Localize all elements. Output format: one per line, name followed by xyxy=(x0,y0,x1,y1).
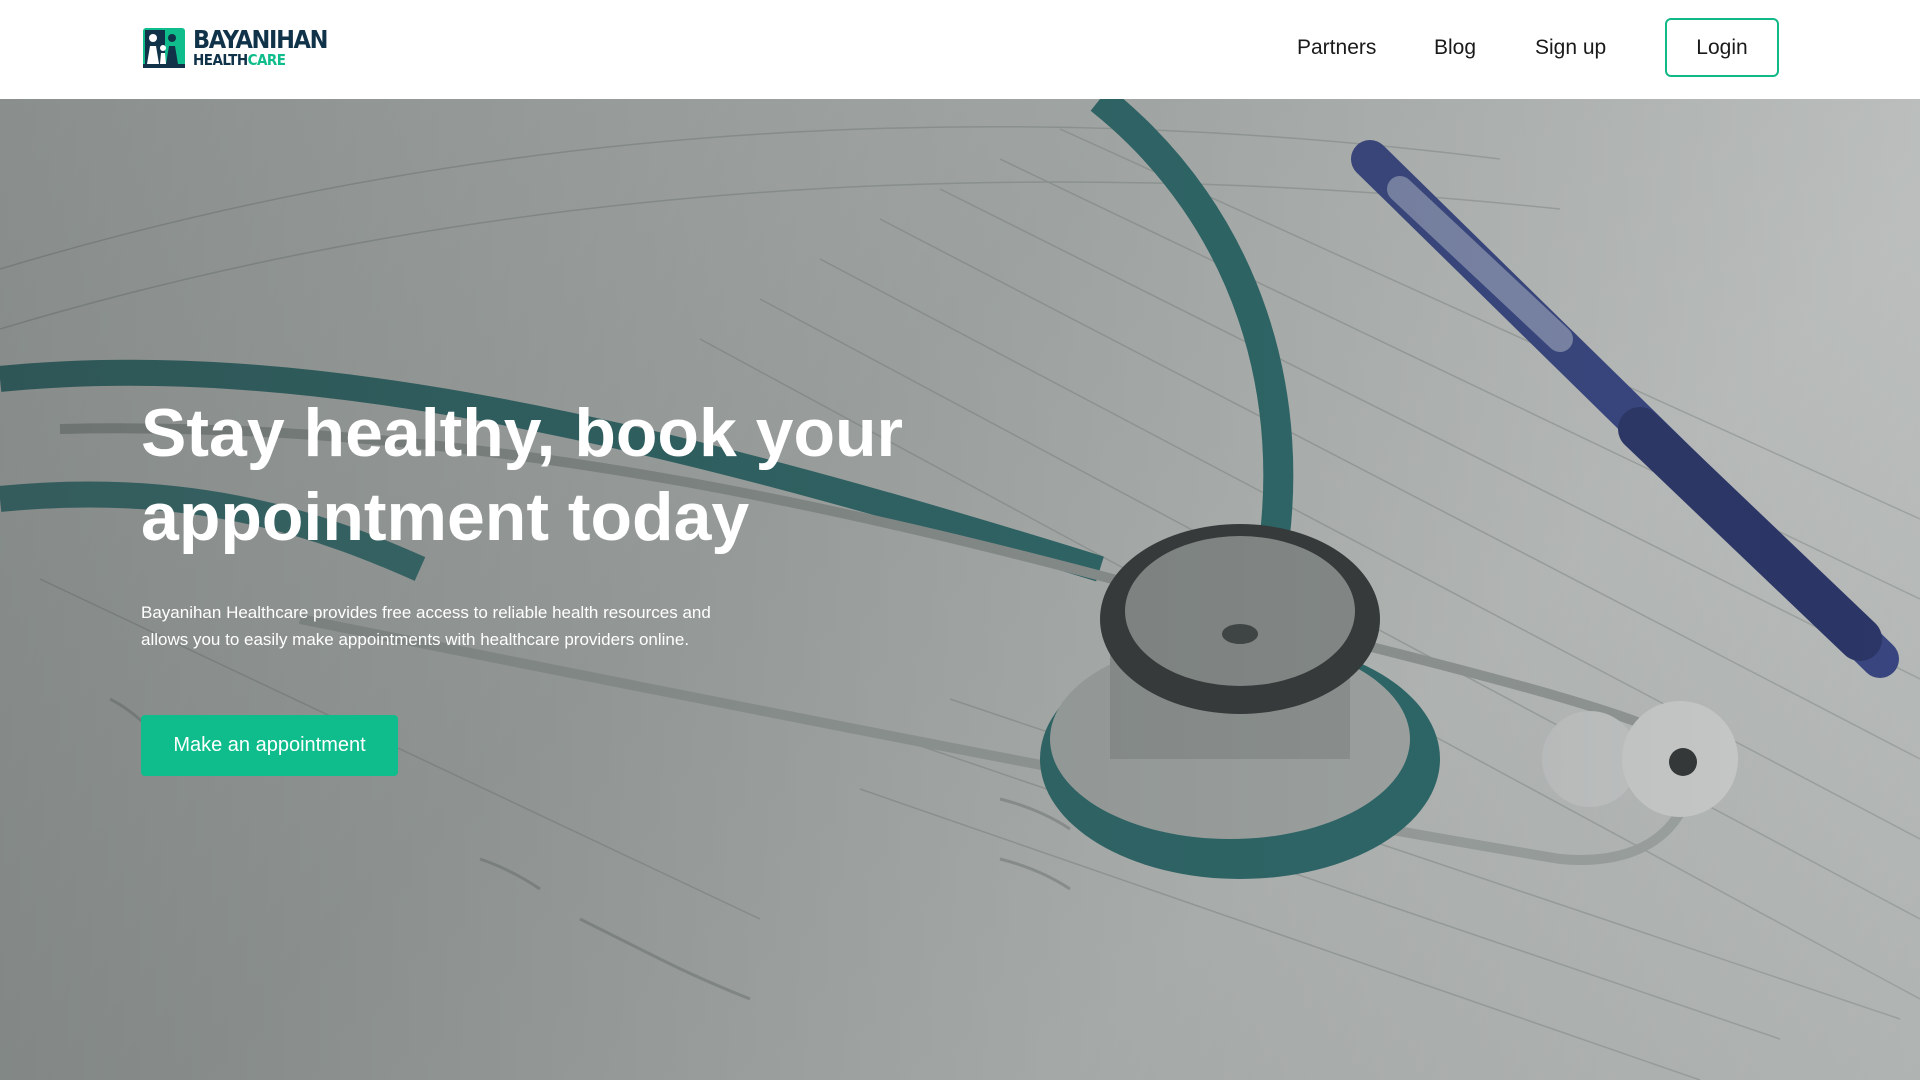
brand-logo[interactable]: BAYANIHAN HEALTHCARE xyxy=(141,24,342,70)
login-button[interactable]: Login xyxy=(1665,18,1779,77)
brand-name-care: CARE xyxy=(247,50,286,69)
site-header: BAYANIHAN HEALTHCARE Partners Blog Sign … xyxy=(0,0,1920,99)
nav-link-blog[interactable]: Blog xyxy=(1434,36,1476,60)
brand-name-health: HEALTH xyxy=(193,50,248,69)
hero-description: Bayanihan Healthcare provides free acces… xyxy=(141,603,711,649)
hero-title-line2: appointment today xyxy=(141,479,750,555)
hero-title: Stay healthy, book your appointment toda… xyxy=(141,391,1001,559)
hero-section: Stay healthy, book your appointment toda… xyxy=(0,99,1920,1080)
brand-wordmark: BAYANIHAN HEALTHCARE xyxy=(193,27,342,68)
brand-name-line1: BAYANIHAN xyxy=(193,24,328,54)
brand-name-line2: HEALTHCARE xyxy=(193,50,327,69)
hero-title-line1: Stay healthy, book your xyxy=(141,395,904,471)
make-appointment-button[interactable]: Make an appointment xyxy=(141,715,398,776)
nav-link-sign-up[interactable]: Sign up xyxy=(1535,36,1606,60)
nav-link-partners[interactable]: Partners xyxy=(1297,36,1376,60)
family-icon xyxy=(143,28,185,68)
hero-content: Stay healthy, book your appointment toda… xyxy=(141,391,1041,776)
